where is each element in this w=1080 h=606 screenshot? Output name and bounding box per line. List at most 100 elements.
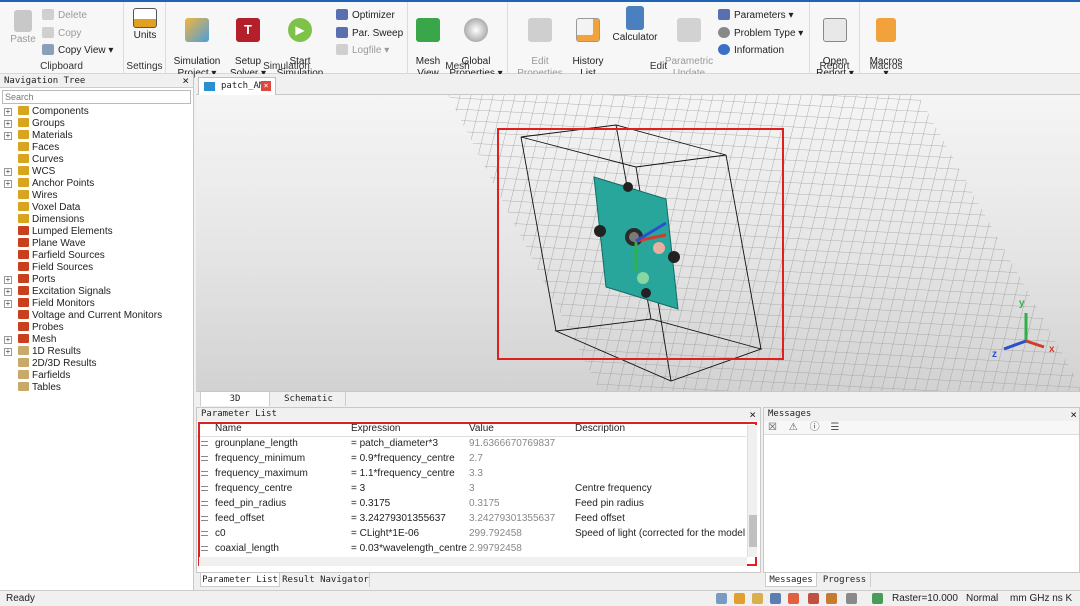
expand-toggle-icon[interactable]: + xyxy=(4,108,12,116)
bottom-right-tab-bar: Messages Progress xyxy=(763,573,1080,587)
units-label: Units xyxy=(133,30,157,41)
working-plane-icon[interactable] xyxy=(872,593,883,604)
par-sweep-label: Par. Sweep xyxy=(352,28,404,39)
tree-item-label: Materials xyxy=(32,130,73,141)
navigation-tree-panel: Navigation Tree × Search + Components + Gro… xyxy=(0,74,194,590)
copy-view-label: Copy View ▾ xyxy=(58,45,114,56)
tree-item[interactable]: Plane Wave xyxy=(0,238,193,250)
tree-item[interactable]: + Groups xyxy=(0,118,193,130)
group-edit: Edit Properties History List Calculator … xyxy=(508,2,810,79)
folder-icon xyxy=(18,310,29,319)
details-filter-icon[interactable]: ☰ xyxy=(830,421,848,435)
parameter-list-close-button[interactable]: × xyxy=(749,408,756,421)
tree-item[interactable]: Farfield Sources xyxy=(0,250,193,262)
folder-icon xyxy=(18,382,29,391)
expand-toggle-icon[interactable]: + xyxy=(4,276,12,284)
parameters-button[interactable]: Parameters ▾ xyxy=(718,9,793,23)
tree-item[interactable]: Wires xyxy=(0,190,193,202)
tree-list: + Components + Groups + Materials Faces Curves +… xyxy=(0,106,193,394)
tree-item[interactable]: Curves xyxy=(0,154,193,166)
tree-item[interactable]: Voxel Data xyxy=(0,202,193,214)
delete-label: Delete xyxy=(58,10,87,21)
selection-icon[interactable] xyxy=(826,593,837,604)
reset-view-icon[interactable] xyxy=(808,593,819,604)
tree-item[interactable]: Dimensions xyxy=(0,214,193,226)
expand-toggle-icon[interactable]: + xyxy=(4,288,12,296)
info-filter-icon[interactable]: ⓘ xyxy=(810,421,828,435)
navigation-tree-title: Navigation Tree xyxy=(4,76,86,86)
tab-result-navigator[interactable]: Result Navigator xyxy=(282,573,370,587)
open-report-icon xyxy=(823,18,847,42)
units-button[interactable]: Units xyxy=(128,6,162,42)
zoom-icon[interactable] xyxy=(770,593,781,604)
tree-item[interactable]: Probes xyxy=(0,322,193,334)
expand-toggle-icon[interactable]: + xyxy=(4,132,12,140)
expand-toggle-icon[interactable]: + xyxy=(4,120,12,128)
tab-patch-am[interactable]: patch_AM × xyxy=(198,77,276,95)
tab-progress[interactable]: Progress xyxy=(819,573,871,587)
expand-toggle-icon[interactable]: + xyxy=(4,336,12,344)
tree-item[interactable]: + Components xyxy=(0,106,193,118)
tree-item[interactable]: + WCS xyxy=(0,166,193,178)
tree-item[interactable]: + Ports xyxy=(0,274,193,286)
tree-item[interactable]: + Field Monitors xyxy=(0,298,193,310)
tree-item[interactable]: Farfields xyxy=(0,370,193,382)
messages-close-button[interactable]: × xyxy=(1070,408,1077,421)
scrollbar-thumb[interactable] xyxy=(749,515,757,547)
tab-parameter-list[interactable]: Parameter List xyxy=(200,573,280,587)
paste-button[interactable]: Paste xyxy=(8,6,38,46)
problem-type-label: Problem Type ▾ xyxy=(734,28,804,39)
tree-item-label: Anchor Points xyxy=(32,178,95,189)
information-button[interactable]: Information xyxy=(718,44,784,58)
tree-search-input[interactable]: Search xyxy=(2,90,191,104)
tree-item[interactable]: + Excitation Signals xyxy=(0,286,193,298)
tree-item[interactable]: Field Sources xyxy=(0,262,193,274)
rotate-icon[interactable] xyxy=(752,593,763,604)
tree-item[interactable]: Faces xyxy=(0,142,193,154)
problem-type-button[interactable]: Problem Type ▾ xyxy=(718,27,803,41)
tree-item-label: Farfields xyxy=(32,370,71,381)
par-sweep-button[interactable]: Par. Sweep xyxy=(336,27,403,41)
tree-item[interactable]: Lumped Elements xyxy=(0,226,193,238)
folder-icon xyxy=(18,322,29,331)
tree-item[interactable]: + Anchor Points xyxy=(0,178,193,190)
expand-toggle-icon[interactable]: + xyxy=(4,348,12,356)
group-label-clipboard: Clipboard xyxy=(40,61,83,72)
tree-item[interactable]: Voltage and Current Monitors xyxy=(0,310,193,322)
tree-item[interactable]: + Mesh xyxy=(0,334,193,346)
axis-y-label: y xyxy=(1019,298,1025,309)
group-label-edit: Edit xyxy=(649,61,668,72)
tree-item[interactable]: 2D/3D Results xyxy=(0,358,193,370)
tree-item[interactable]: Tables xyxy=(0,382,193,394)
copy-button[interactable]: Copy xyxy=(42,27,81,41)
tab-3d[interactable]: 3D xyxy=(200,392,270,406)
delete-button[interactable]: Delete xyxy=(42,9,87,23)
copy-view-button[interactable]: Copy View ▾ xyxy=(42,44,113,58)
tree-item[interactable]: + Materials xyxy=(0,130,193,142)
tab-close-icon[interactable]: × xyxy=(261,81,271,91)
parameter-list-vertical-scrollbar[interactable] xyxy=(747,425,757,557)
expand-toggle-icon[interactable]: + xyxy=(4,180,12,188)
expand-toggle-icon[interactable]: + xyxy=(4,168,12,176)
pan-icon[interactable] xyxy=(734,593,745,604)
edit-properties-icon xyxy=(528,18,552,42)
tree-item[interactable]: +1D Results xyxy=(0,346,193,358)
parameter-list-horizontal-scrollbar[interactable] xyxy=(199,557,747,566)
tab-schematic[interactable]: Schematic xyxy=(272,392,346,406)
tab-messages[interactable]: Messages xyxy=(765,573,817,587)
optimizer-button[interactable]: Optimizer xyxy=(336,9,395,23)
ribbon: Paste Delete Copy Copy View ▾ Clipboard … xyxy=(0,0,1080,79)
bottom-left-tab-bar: Parameter List Result Navigator xyxy=(196,573,761,587)
calculator-button[interactable]: Calculator xyxy=(610,6,660,44)
zoom-fit-icon[interactable] xyxy=(716,593,727,604)
tree-item-label: Excitation Signals xyxy=(32,286,111,297)
group-settings: Units Settings xyxy=(124,2,166,74)
logfile-button[interactable]: Logfile ▾ xyxy=(336,44,389,58)
project-icon xyxy=(204,82,215,91)
warning-filter-icon[interactable]: ⚠ xyxy=(789,421,807,435)
view-options-icon[interactable] xyxy=(846,593,857,604)
spin-icon[interactable] xyxy=(788,593,799,604)
error-filter-icon[interactable]: ☒ xyxy=(768,421,786,435)
navigation-tree-close-button[interactable]: × xyxy=(182,74,189,88)
expand-toggle-icon[interactable]: + xyxy=(4,300,12,308)
